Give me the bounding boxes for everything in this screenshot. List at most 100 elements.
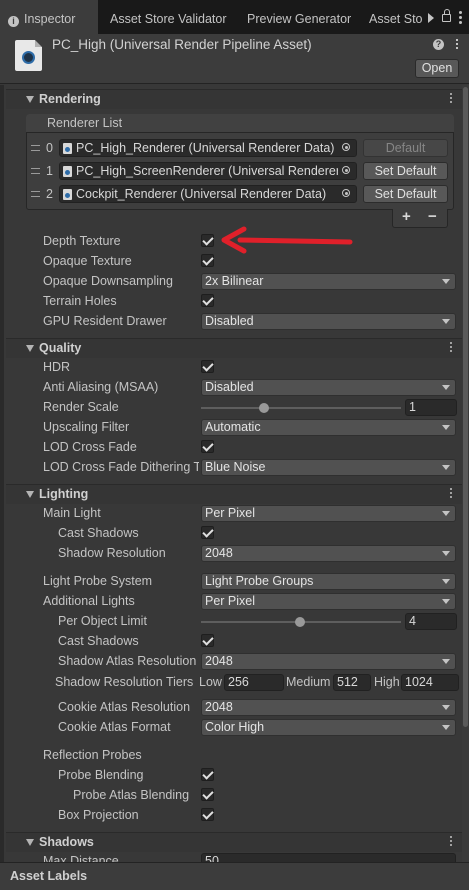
reflection-probes-label: Reflection Probes bbox=[43, 748, 142, 762]
help-icon[interactable]: ? bbox=[433, 39, 444, 50]
light-probe-system-dropdown[interactable]: Light Probe Groups bbox=[201, 573, 456, 590]
tier-low-field[interactable]: 256 bbox=[224, 674, 284, 691]
hdr-label: HDR bbox=[43, 360, 71, 374]
drag-handle-icon[interactable] bbox=[31, 168, 40, 174]
object-picker-icon[interactable] bbox=[338, 140, 356, 156]
depth-texture-checkbox[interactable] bbox=[201, 234, 214, 247]
drag-handle-icon[interactable] bbox=[31, 145, 40, 151]
section-menu-icon[interactable] bbox=[450, 836, 452, 848]
tier-medium-field[interactable]: 512 bbox=[333, 674, 371, 691]
box-projection-checkbox[interactable] bbox=[201, 808, 214, 821]
section-lighting[interactable]: Lighting bbox=[6, 484, 462, 504]
tab-scroll-right-icon[interactable] bbox=[428, 13, 434, 23]
open-button[interactable]: Open bbox=[415, 59, 459, 78]
renderer-field[interactable]: PC_High_Renderer (Universal Renderer Dat… bbox=[59, 139, 357, 157]
urp-asset-icon bbox=[15, 40, 42, 71]
cookie-atlas-resolution-label: Cookie Atlas Resolution bbox=[58, 700, 191, 714]
hdr-checkbox[interactable] bbox=[201, 360, 214, 373]
tab-bar: i Inspector Asset Store Validator Preview… bbox=[0, 0, 469, 34]
dropdown-value: Disabled bbox=[205, 380, 254, 394]
main-light-dropdown[interactable]: Per Pixel bbox=[201, 505, 456, 522]
render-scale-label: Render Scale bbox=[43, 400, 119, 414]
per-object-limit-field[interactable]: 4 bbox=[405, 613, 457, 630]
main-light-label: Main Light bbox=[43, 506, 101, 520]
dropdown-value: 2048 bbox=[205, 546, 233, 560]
probe-blending-label: Probe Blending bbox=[58, 768, 144, 782]
additional-lights-dropdown[interactable]: Per Pixel bbox=[201, 593, 456, 610]
foldout-icon bbox=[26, 839, 34, 846]
section-menu-icon[interactable] bbox=[450, 93, 452, 105]
set-default-button[interactable]: Set Default bbox=[363, 185, 448, 203]
object-picker-icon[interactable] bbox=[338, 186, 356, 202]
section-lighting-label: Lighting bbox=[39, 487, 89, 501]
probe-atlas-blending-checkbox[interactable] bbox=[201, 788, 214, 801]
remove-renderer-button[interactable]: − bbox=[428, 208, 437, 225]
drag-handle-icon[interactable] bbox=[31, 191, 40, 197]
opaque-texture-checkbox[interactable] bbox=[201, 254, 214, 267]
chevron-down-icon bbox=[442, 385, 450, 390]
section-quality-label: Quality bbox=[39, 341, 82, 355]
cast-shadows-label: Cast Shadows bbox=[58, 526, 139, 540]
renderer-field[interactable]: PC_High_ScreenRenderer (Universal Render… bbox=[59, 162, 357, 180]
section-menu-icon[interactable] bbox=[450, 488, 452, 500]
shadow-resolution-dropdown[interactable]: 2048 bbox=[201, 545, 456, 562]
dropdown-value: Automatic bbox=[205, 420, 261, 434]
shadow-resolution-label: Shadow Resolution bbox=[58, 546, 166, 560]
section-shadows[interactable]: Shadows bbox=[6, 832, 462, 852]
additional-cast-shadows-checkbox[interactable] bbox=[201, 634, 214, 647]
set-default-button[interactable]: Set Default bbox=[363, 162, 448, 180]
tab-overflow-controls bbox=[425, 0, 469, 34]
cookie-atlas-format-dropdown[interactable]: Color High bbox=[201, 719, 456, 736]
renderer-index: 1 bbox=[46, 164, 53, 178]
terrain-holes-checkbox[interactable] bbox=[201, 294, 214, 307]
additional-lights-label: Additional Lights bbox=[43, 594, 135, 608]
terrain-holes-label: Terrain Holes bbox=[43, 294, 117, 308]
gpu-resident-drawer-dropdown[interactable]: Disabled bbox=[201, 313, 456, 330]
probe-blending-checkbox[interactable] bbox=[201, 768, 214, 781]
slider-thumb[interactable] bbox=[295, 617, 305, 627]
anti-aliasing-dropdown[interactable]: Disabled bbox=[201, 379, 456, 396]
light-probe-system-label: Light Probe System bbox=[43, 574, 153, 588]
header-menu-icon[interactable] bbox=[456, 39, 459, 51]
render-scale-slider[interactable] bbox=[201, 407, 401, 409]
asset-labels-bar[interactable]: Asset Labels bbox=[0, 862, 469, 890]
opaque-downsampling-dropdown[interactable]: 2x Bilinear bbox=[201, 273, 456, 290]
cookie-atlas-resolution-dropdown[interactable]: 2048 bbox=[201, 699, 456, 716]
tier-high-field[interactable]: 1024 bbox=[401, 674, 459, 691]
object-picker-icon[interactable] bbox=[338, 163, 356, 179]
renderer-field[interactable]: Cockpit_Renderer (Universal Renderer Dat… bbox=[59, 185, 357, 203]
lod-cross-fade-checkbox[interactable] bbox=[201, 440, 214, 453]
foldout-icon bbox=[26, 491, 34, 498]
dropdown-value: Light Probe Groups bbox=[205, 574, 314, 588]
tab-preview-generator[interactable]: Preview Generator bbox=[247, 0, 351, 34]
opaque-texture-label: Opaque Texture bbox=[43, 254, 132, 268]
additional-cast-shadows-label: Cast Shadows bbox=[58, 634, 139, 648]
dropdown-value: Color High bbox=[205, 720, 265, 734]
shadow-atlas-resolution-dropdown[interactable]: 2048 bbox=[201, 653, 456, 670]
anti-aliasing-label: Anti Aliasing (MSAA) bbox=[43, 380, 159, 394]
asset-labels-label: Asset Labels bbox=[10, 869, 88, 883]
foldout-icon bbox=[26, 96, 34, 103]
scrollbar-thumb[interactable] bbox=[463, 87, 468, 727]
section-menu-icon[interactable] bbox=[450, 342, 452, 354]
lod-dithering-dropdown[interactable]: Blue Noise bbox=[201, 459, 456, 476]
section-rendering[interactable]: Rendering bbox=[6, 89, 462, 109]
section-quality[interactable]: Quality bbox=[6, 338, 462, 358]
lock-icon[interactable] bbox=[442, 9, 451, 22]
add-renderer-button[interactable]: + bbox=[402, 208, 411, 225]
render-scale-field[interactable]: 1 bbox=[405, 399, 457, 416]
chevron-down-icon bbox=[442, 599, 450, 604]
cast-shadows-checkbox[interactable] bbox=[201, 526, 214, 539]
gpu-resident-drawer-label: GPU Resident Drawer bbox=[43, 314, 167, 328]
renderer-list-footer bbox=[392, 209, 448, 228]
tab-menu-icon[interactable] bbox=[459, 11, 462, 25]
foldout-icon bbox=[26, 345, 34, 352]
tab-asset-store-validator[interactable]: Asset Store Validator bbox=[110, 0, 227, 34]
vertical-scrollbar[interactable] bbox=[462, 85, 469, 862]
upscaling-filter-dropdown[interactable]: Automatic bbox=[201, 419, 456, 436]
tab-asset-store[interactable]: Asset Sto bbox=[369, 0, 425, 34]
renderer-name: PC_High_ScreenRenderer (Universal Render… bbox=[76, 164, 341, 178]
chevron-down-icon bbox=[442, 511, 450, 516]
slider-thumb[interactable] bbox=[259, 403, 269, 413]
tab-inspector[interactable]: i Inspector bbox=[0, 0, 98, 34]
